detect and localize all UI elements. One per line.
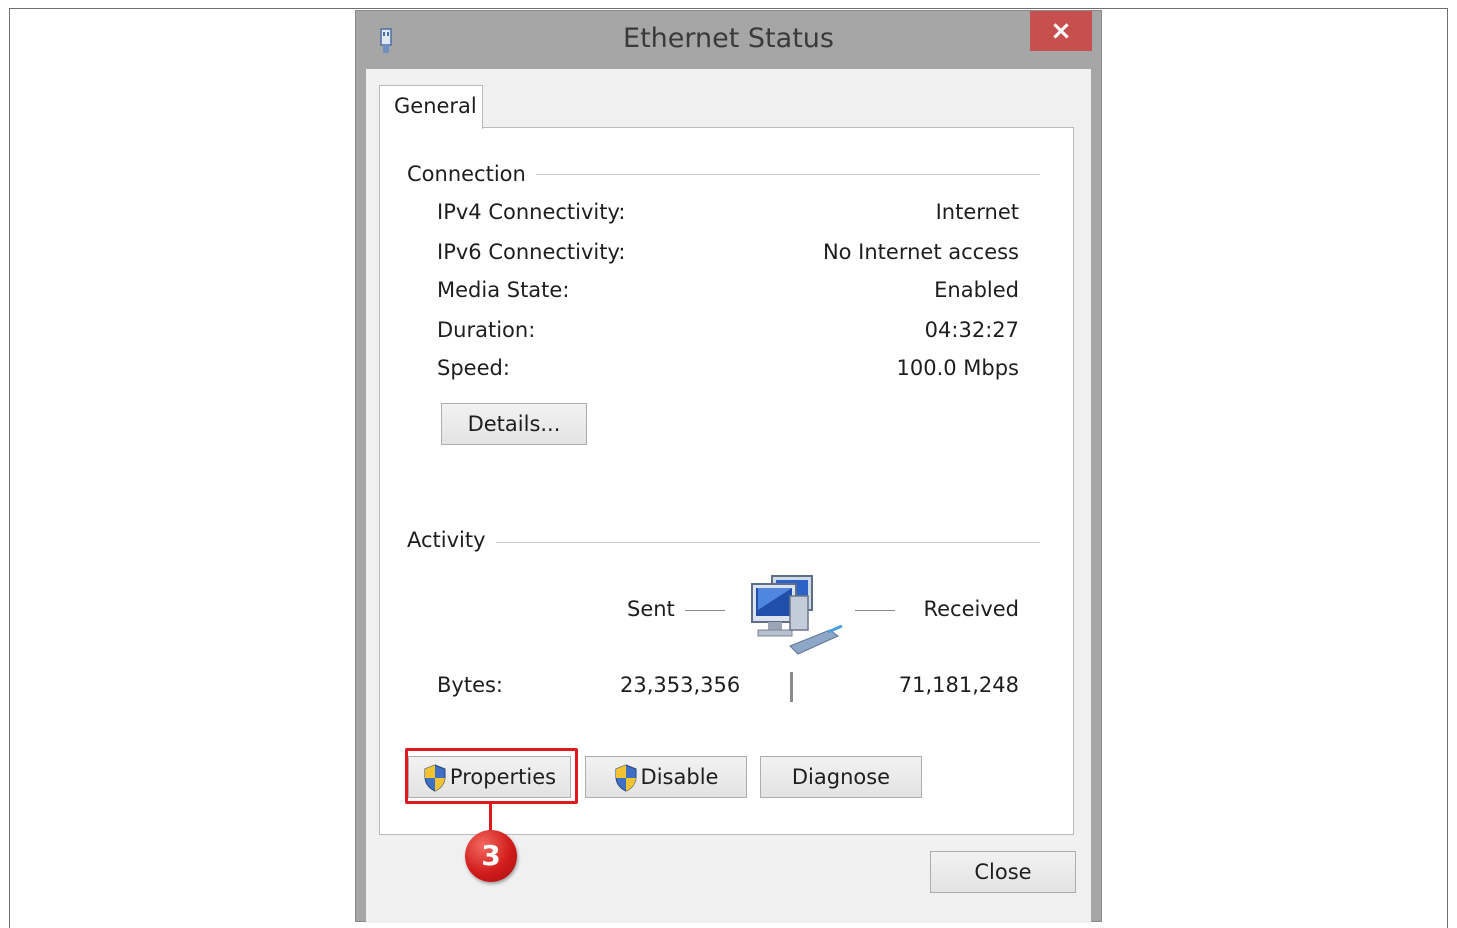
speed-label: Speed:	[437, 356, 510, 380]
title-bar: Ethernet Status ×	[356, 11, 1101, 69]
network-computers-icon	[751, 575, 843, 655]
callout-connector	[489, 803, 492, 833]
ipv6-connectivity-label: IPv6 Connectivity:	[437, 240, 626, 264]
ipv4-connectivity-value: Internet	[935, 200, 1019, 224]
bytes-label: Bytes:	[437, 673, 504, 697]
activity-separator	[790, 672, 793, 702]
disable-button-label: Disable	[640, 765, 719, 789]
ipv6-connectivity-value: No Internet access	[822, 240, 1019, 264]
duration-value: 04:32:27	[924, 318, 1019, 342]
connection-heading: Connection	[407, 162, 536, 186]
received-connector-line	[855, 610, 895, 611]
media-state-label: Media State:	[437, 278, 570, 302]
diagnose-button[interactable]: Diagnose	[760, 756, 922, 798]
media-state-value: Enabled	[934, 278, 1019, 302]
properties-highlight-box	[405, 748, 578, 804]
bytes-sent-value: 23,353,356	[620, 673, 741, 697]
ipv4-connectivity-label: IPv4 Connectivity:	[437, 200, 626, 224]
tab-general[interactable]: General	[379, 85, 483, 129]
window-title: Ethernet Status	[623, 23, 834, 54]
received-label: Received	[923, 597, 1019, 621]
close-button[interactable]: Close	[930, 851, 1076, 893]
details-button[interactable]: Details...	[441, 403, 587, 445]
sent-label: Sent	[627, 597, 675, 621]
activity-heading: Activity	[407, 528, 496, 552]
uac-shield-icon	[615, 764, 637, 792]
disable-button[interactable]: Disable	[585, 756, 747, 798]
general-tab-panel: Connection IPv4 Connectivity: Internet I…	[379, 127, 1074, 835]
sent-connector-line	[685, 610, 725, 611]
bytes-received-value: 71,181,248	[898, 673, 1019, 697]
duration-label: Duration:	[437, 318, 536, 342]
close-window-button[interactable]: ×	[1030, 11, 1092, 51]
activity-group-divider	[490, 542, 1040, 543]
step-number-badge: 3	[465, 830, 517, 882]
connection-group-divider	[535, 174, 1040, 175]
speed-value: 100.0 Mbps	[896, 356, 1019, 380]
